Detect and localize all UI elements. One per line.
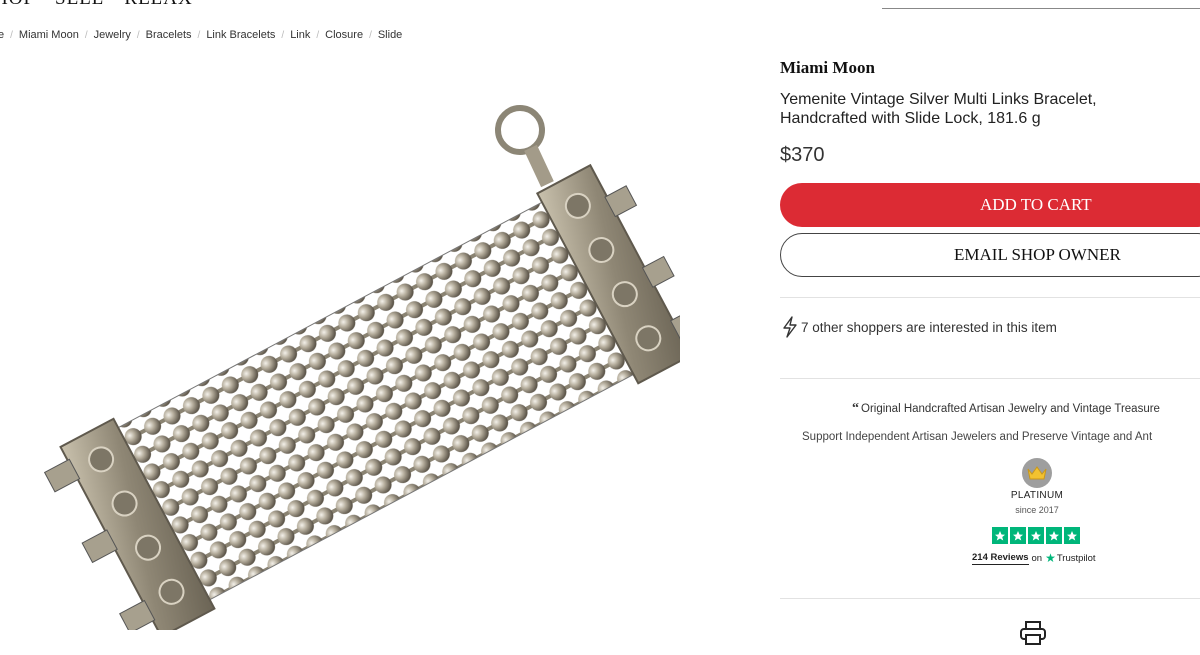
star-icon: [992, 527, 1008, 544]
product-image[interactable]: [40, 90, 703, 639]
print-button[interactable]: [1019, 620, 1047, 651]
lightning-icon: [783, 316, 797, 338]
tier-label: PLATINUM: [1010, 490, 1064, 501]
breadcrumb-closure[interactable]: Closure: [325, 29, 363, 41]
divider: [780, 598, 1200, 599]
tagline-text: Original Handcrafted Artisan Jewelry and…: [861, 403, 1160, 415]
breadcrumb-link-bracelets[interactable]: Link Bracelets: [206, 29, 275, 41]
member-since: since 2017: [1015, 505, 1059, 515]
nav-item-shop[interactable]: HOP: [0, 0, 35, 10]
platinum-badge: [1022, 458, 1052, 488]
crown-icon: [1027, 466, 1047, 480]
breadcrumb-miami-moon[interactable]: Miami Moon: [19, 29, 79, 41]
purchase-panel: Miami Moon Yemenite Vintage Silver Multi…: [780, 0, 1200, 655]
print-icon: [1020, 621, 1046, 645]
star-icon: [1010, 527, 1026, 544]
add-to-cart-button[interactable]: ADD TO CART: [780, 183, 1200, 227]
breadcrumb: e / Miami Moon / Jewelry / Bracelets / Link …: [0, 29, 403, 41]
email-shop-owner-button[interactable]: EMAIL SHOP OWNER: [780, 233, 1200, 277]
star-icon: [1046, 527, 1062, 544]
shop-name[interactable]: Miami Moon: [780, 58, 875, 78]
trustpilot-reviews-link[interactable]: 214 Reviews on ★ Trustpilot: [972, 551, 1096, 565]
top-nav: HOP SELL RELAX: [0, 0, 193, 10]
breadcrumb-slide[interactable]: Slide: [378, 29, 402, 41]
trustpilot-label: Trustpilot: [1056, 552, 1096, 564]
trustpilot-star-icon: ★: [1045, 551, 1056, 565]
nav-item-sell[interactable]: SELL: [55, 0, 104, 10]
breadcrumb-jewelry[interactable]: Jewelry: [94, 29, 131, 41]
star-icon: [1028, 527, 1044, 544]
shop-tagline: “Original Handcrafted Artisan Jewelry an…: [852, 401, 1160, 417]
interest-notice: 7 other shoppers are interested in this …: [782, 316, 1057, 338]
product-price: $370: [780, 144, 825, 166]
breadcrumb-home[interactable]: e: [0, 29, 4, 41]
support-text: Support Independent Artisan Jewelers and…: [802, 431, 1153, 443]
interest-text: 7 other shoppers are interested in this …: [801, 319, 1057, 335]
breadcrumb-bracelets[interactable]: Bracelets: [146, 29, 192, 41]
bracelet-illustration: [43, 105, 703, 639]
nav-item-relax[interactable]: RELAX: [124, 0, 192, 10]
reviews-on: on: [1031, 552, 1043, 564]
divider: [780, 378, 1200, 379]
star-icon: [1064, 527, 1080, 544]
reviews-count[interactable]: 214 Reviews: [972, 552, 1029, 565]
product-title: Yemenite Vintage Silver Multi Links Brac…: [780, 91, 1097, 127]
trustpilot-rating: [992, 527, 1080, 544]
breadcrumb-link[interactable]: Link: [290, 29, 310, 41]
divider: [780, 297, 1200, 298]
quote-icon: “: [852, 401, 859, 416]
